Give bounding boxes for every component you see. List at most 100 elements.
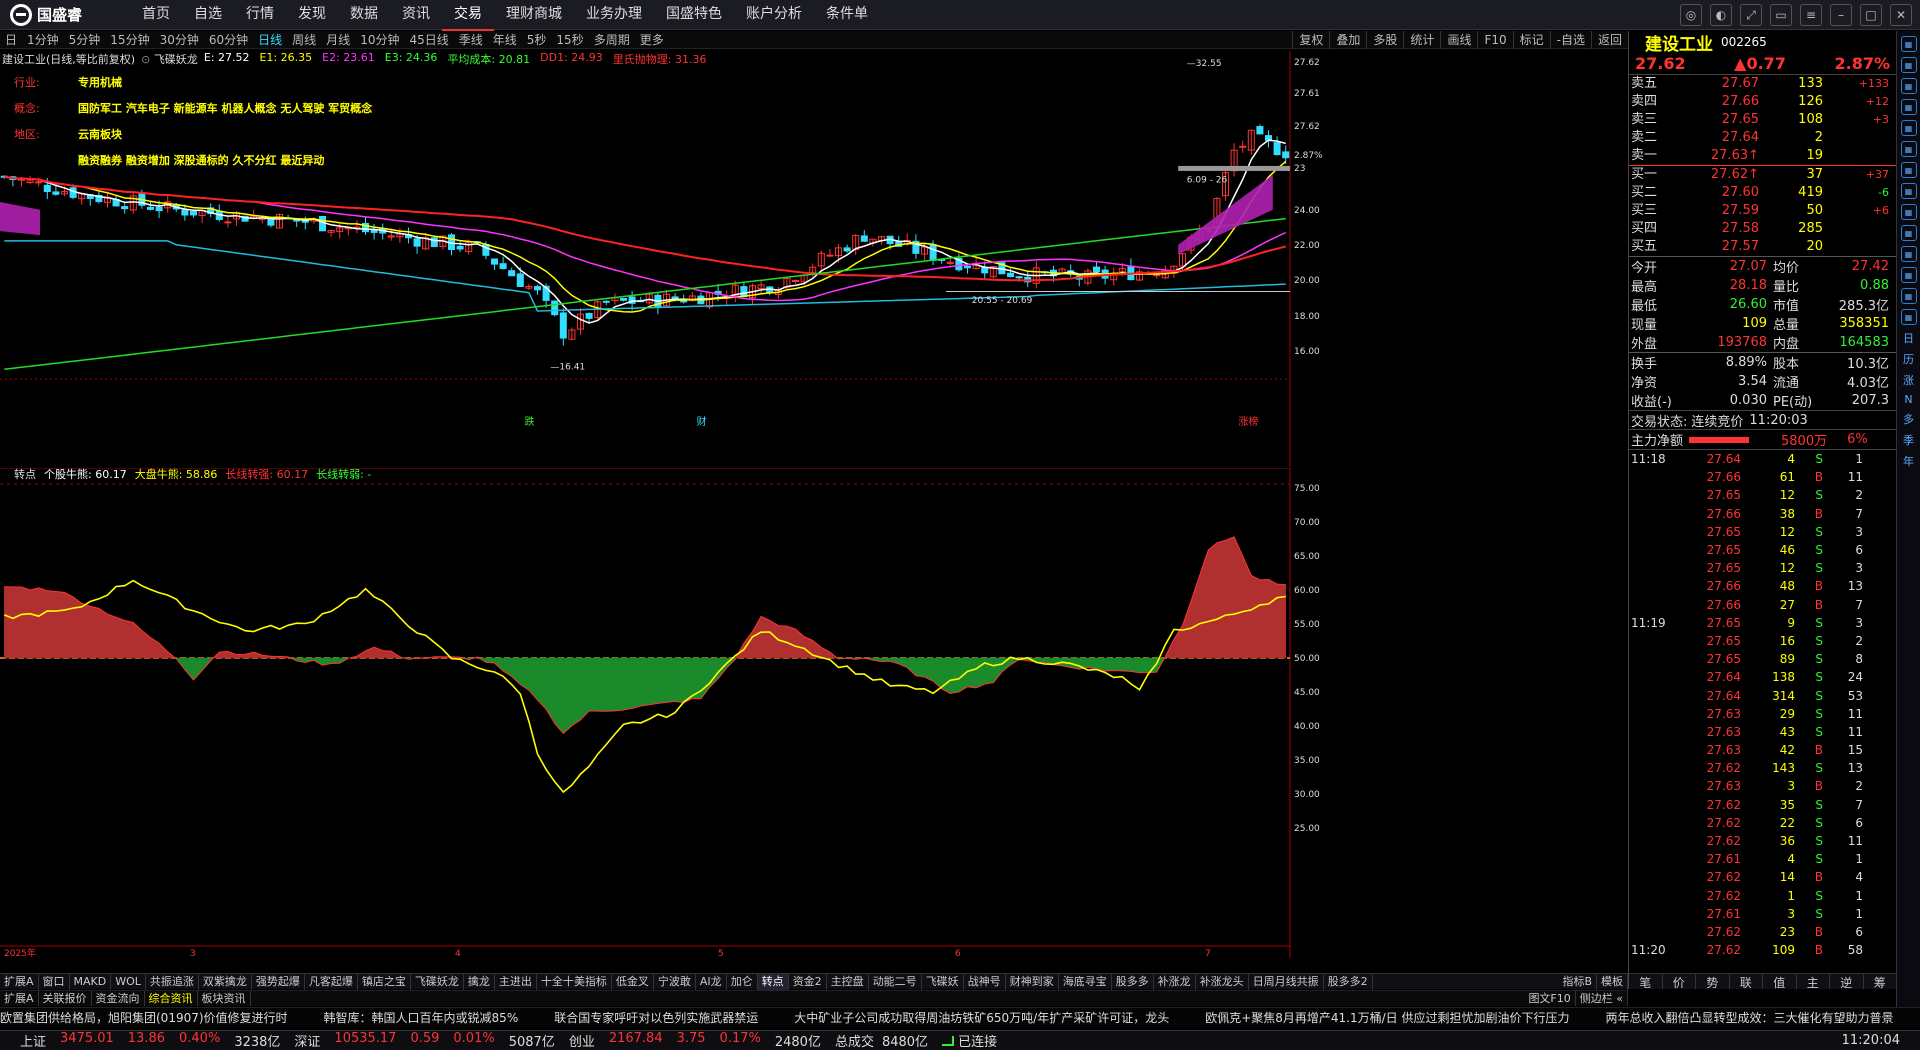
nav-item[interactable]: 数据 <box>338 0 390 31</box>
chart-tool-button[interactable]: F10 <box>1477 31 1512 49</box>
nav-item[interactable]: 国盛特色 <box>654 0 734 31</box>
period-button[interactable]: 季线 <box>454 31 488 48</box>
chart-tool-button[interactable]: 叠加 <box>1329 31 1366 49</box>
period-button[interactable]: 更多 <box>635 31 669 48</box>
period-button[interactable]: 1分钟 <box>22 31 64 48</box>
chart-tool-button[interactable]: 标记 <box>1512 31 1550 49</box>
skin-icon[interactable]: ◐ <box>1710 4 1732 26</box>
chart-tool-button[interactable]: 统计 <box>1403 31 1440 49</box>
indicator-tab[interactable]: WOL <box>111 973 146 990</box>
quote-panel-tab[interactable]: 价 <box>1663 974 1696 990</box>
news-tab[interactable]: 关联报价 <box>39 991 92 1006</box>
side-tool-icon[interactable]: ▦ <box>1900 99 1917 115</box>
period-button[interactable]: 45日线 <box>404 31 453 48</box>
nav-item[interactable]: 自选 <box>182 0 234 31</box>
side-tool-label[interactable]: 历 <box>1897 351 1920 367</box>
indicator-tab-right[interactable]: 指标B <box>1558 973 1597 990</box>
menu-icon[interactable]: ≡ <box>1800 4 1822 26</box>
news-tab[interactable]: 资金流向 <box>92 991 145 1006</box>
nav-item[interactable]: 资讯 <box>390 0 442 31</box>
indicator-tab[interactable]: 日周月线共振 <box>1249 973 1324 990</box>
nav-item[interactable]: 交易 <box>442 0 494 31</box>
indicator-tab[interactable]: 强势起爆 <box>252 973 305 990</box>
indicator-name[interactable]: ⊙ 飞碟妖龙 <box>141 51 198 67</box>
ticker-item[interactable]: 韩智库：韩国人口百年内或锐减85% <box>324 1009 555 1026</box>
side-tool-label[interactable]: N <box>1897 393 1920 406</box>
orderbook-row[interactable]: 买二 27.60 419 -6 <box>1629 184 1896 202</box>
nav-item[interactable]: 首页 <box>130 0 182 31</box>
chat-icon[interactable]: ◎ <box>1680 4 1702 26</box>
indicator-tab[interactable]: 主进出 <box>495 973 537 990</box>
quote-panel-tab[interactable]: 逆 <box>1830 974 1864 990</box>
period-button[interactable]: 60分钟 <box>204 31 253 48</box>
orderbook-row[interactable]: 卖一 27.63↑ 19 <box>1629 147 1896 165</box>
period-button[interactable]: 年线 <box>488 31 522 48</box>
side-tool-icon[interactable]: ▦ <box>1900 141 1917 157</box>
side-tool-icon[interactable]: ▦ <box>1900 57 1917 73</box>
indicator-tab[interactable]: 资金2 <box>789 973 827 990</box>
side-tool-icon[interactable]: ▦ <box>1900 183 1917 199</box>
indicator-tab[interactable]: 飞碟妖 <box>922 973 964 990</box>
quote-panel-tab[interactable]: 联 <box>1730 974 1763 990</box>
news-tab[interactable]: 板块资讯 <box>198 991 251 1006</box>
restore-icon[interactable]: ▭ <box>1770 4 1792 26</box>
side-tool-label[interactable]: 多 <box>1897 411 1920 427</box>
indicator-tab[interactable]: 镇店之宝 <box>358 973 411 990</box>
indicator-tab[interactable]: MAKD <box>70 973 112 990</box>
side-tool-icon[interactable]: ▦ <box>1900 288 1917 304</box>
close-icon[interactable]: ✕ <box>1890 4 1912 26</box>
side-tool-icon[interactable]: ▦ <box>1900 162 1917 178</box>
news-ticker[interactable]: 欧置集团供给格局，旭阳集团(01907)价值修复进行时 韩智库：韩国人口百年内或锐… <box>0 1007 1920 1027</box>
nav-item[interactable]: 理财商城 <box>494 0 574 31</box>
orderbook-row[interactable]: 买五 27.57 20 <box>1629 238 1896 256</box>
side-tool-icon[interactable]: ▦ <box>1900 246 1917 262</box>
quote-panel-tab[interactable]: 笔 <box>1629 974 1663 990</box>
news-tab[interactable]: 综合资讯 <box>145 991 198 1006</box>
indicator-tab[interactable]: 低金叉 <box>612 973 654 990</box>
minimize-icon[interactable]: – <box>1830 4 1852 26</box>
chart-tool-button[interactable]: 画线 <box>1440 31 1477 49</box>
quote-panel-tab[interactable]: 值 <box>1763 974 1797 990</box>
period-button[interactable]: 日线 <box>253 31 287 48</box>
period-button[interactable]: 30分钟 <box>155 31 204 48</box>
period-button[interactable]: 15秒 <box>551 31 588 48</box>
ticker-item[interactable]: 大中矿业子公司成功取得周油坊铁矿650万吨/年扩产采矿许可证，龙头 <box>794 1009 1205 1026</box>
indicator-tab-right[interactable]: 模板 <box>1597 973 1628 990</box>
nav-item[interactable]: 账户分析 <box>734 0 814 31</box>
side-tool-label[interactable]: 年 <box>1897 453 1920 469</box>
indicator-tab[interactable]: 宁波敢 <box>654 973 696 990</box>
indicator-tab[interactable]: 转点 <box>757 973 789 990</box>
indicator-tab[interactable]: 补涨龙 <box>1154 973 1196 990</box>
indicator-tab[interactable]: 擒龙 <box>464 973 495 990</box>
side-tool-icon[interactable]: ▦ <box>1900 120 1917 136</box>
ticker-item[interactable]: 两年总收入翻倍凸显转型成效：三大催化有望助力普景 <box>1605 1009 1920 1026</box>
nav-item[interactable]: 业务办理 <box>574 0 654 31</box>
side-tool-icon[interactable]: ▦ <box>1900 225 1917 241</box>
quote-panel-tab[interactable]: 主 <box>1797 974 1830 990</box>
side-tool-label[interactable]: 涨 <box>1897 372 1920 388</box>
nav-item[interactable]: 发现 <box>286 0 338 31</box>
period-button[interactable]: 日 <box>0 31 22 48</box>
orderbook-row[interactable]: 买三 27.59 50 +6 <box>1629 202 1896 220</box>
indicator-tab[interactable]: 海底寻宝 <box>1059 973 1112 990</box>
side-tool-icon[interactable]: ▦ <box>1900 309 1917 325</box>
fullscreen-icon[interactable]: ⤢ <box>1740 4 1762 26</box>
period-button[interactable]: 15分钟 <box>105 31 154 48</box>
maximize-icon[interactable]: □ <box>1860 4 1882 26</box>
indicator-tab[interactable]: 主控盘 <box>827 973 869 990</box>
indicator-tab[interactable]: 财神到家 <box>1006 973 1059 990</box>
ticker-item[interactable]: 欧置集团供给格局，旭阳集团(01907)价值修复进行时 <box>0 1009 324 1026</box>
indicator-tab[interactable]: 股多多2 <box>1324 973 1373 990</box>
indicator-tab[interactable]: 窗口 <box>39 973 70 990</box>
side-tool-label[interactable]: 日 <box>1897 330 1920 346</box>
tick-list[interactable]: 11:18 27.64 4 S 1 27.66 61 B 11 27.65 12 S 2 27.66 38 B… <box>1629 450 1896 959</box>
chart-tool-button[interactable]: 返回 <box>1590 31 1628 49</box>
orderbook-row[interactable]: 卖四 27.66 126 +12 <box>1629 93 1896 111</box>
chart-tool-button[interactable]: 复权 <box>1292 31 1329 49</box>
indicator-tab[interactable]: 补涨龙头 <box>1196 973 1249 990</box>
ticker-item[interactable]: 联合国专家呼吁对以色列实施武器禁运 <box>554 1009 794 1026</box>
app-logo[interactable]: 国盛睿 <box>0 3 130 26</box>
nav-item[interactable]: 条件单 <box>814 0 880 31</box>
news-tab-right[interactable]: 侧边栏 « <box>1576 991 1628 1006</box>
indicator-tab[interactable]: 双紫擒龙 <box>199 973 252 990</box>
